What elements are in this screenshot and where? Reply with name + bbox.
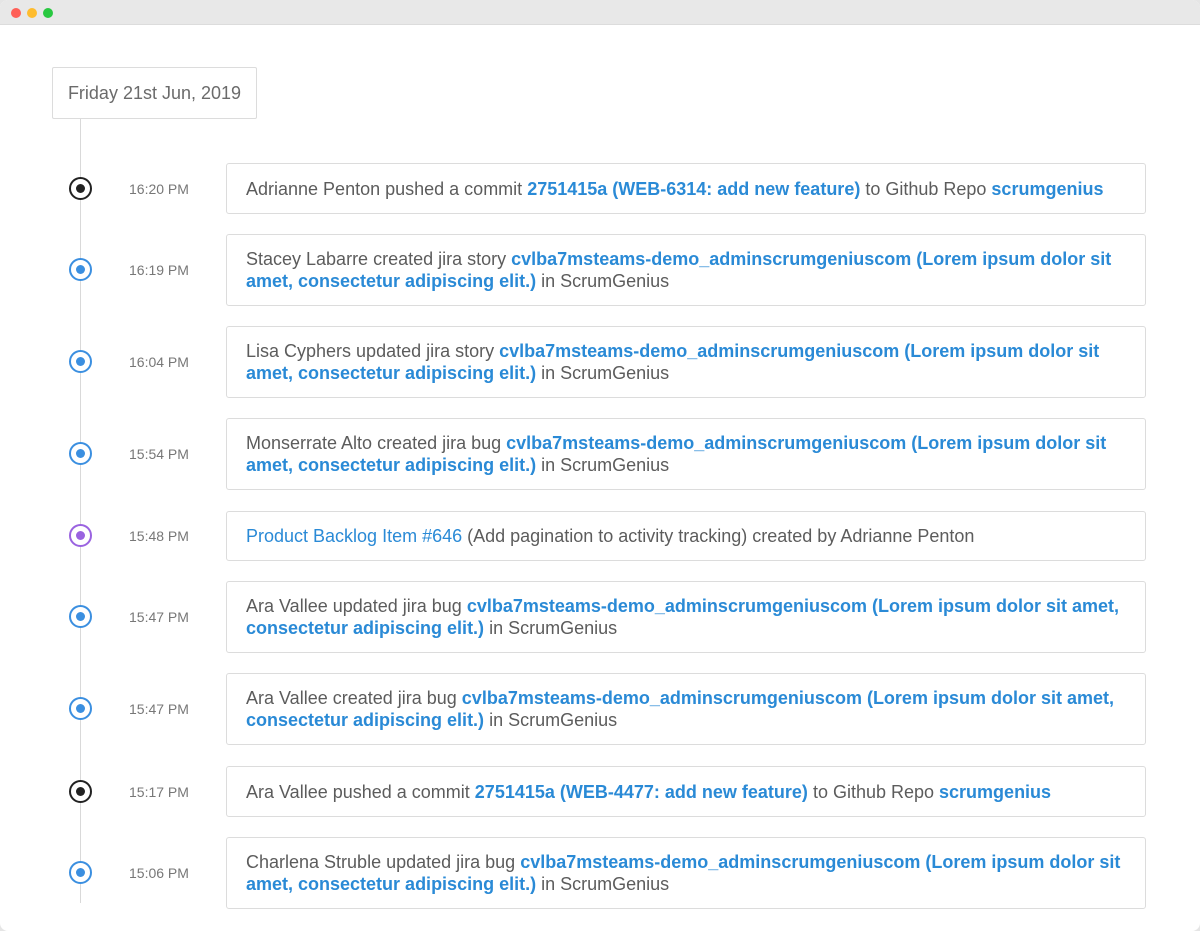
action-text: created jira story <box>368 249 512 269</box>
activity-text: Stacey Labarre created jira story cvlba7… <box>246 248 1126 292</box>
commit-link[interactable]: 2751415a (WEB-6314: add new feature) <box>527 179 860 199</box>
minimize-window-button[interactable] <box>27 8 37 18</box>
jira-marker-icon <box>69 442 92 465</box>
jira-marker-icon <box>69 697 92 720</box>
context-text: in ScrumGenius <box>536 874 670 894</box>
action-text: pushed a commit <box>380 178 528 199</box>
marker-dot <box>76 265 85 274</box>
commit-link[interactable]: 2751415a (WEB-4477: add new feature) <box>475 782 808 802</box>
activity-card: Ara Vallee updated jira bug cvlba7msteam… <box>226 581 1146 653</box>
activity-card: Monserrate Alto created jira bug cvlba7m… <box>226 418 1146 490</box>
activity-card: Stacey Labarre created jira story cvlba7… <box>226 234 1146 306</box>
context-text: in ScrumGenius <box>536 455 670 475</box>
actor-name: Adrianne Penton <box>246 178 381 199</box>
entry-time: 15:17 PM <box>129 783 189 800</box>
marker-dot <box>76 183 85 193</box>
jira-marker-icon <box>69 258 92 281</box>
action-text: updated jira bug <box>327 596 467 616</box>
entry-time: 16:19 PM <box>129 262 189 278</box>
activity-card: Product Backlog Item #646 (Add paginatio… <box>226 511 1146 561</box>
marker-dot <box>76 868 85 877</box>
activity-card: Charlena Struble updated jira bug cvlba7… <box>226 837 1146 909</box>
context-text: to Github Repo <box>860 178 992 199</box>
activity-text: Ara Vallee pushed a commit 2751415a (WEB… <box>246 781 1051 803</box>
activity-text: Ara Vallee created jira bug cvlba7msteam… <box>246 687 1126 731</box>
actor-name: Charlena Struble <box>246 852 382 872</box>
commit-marker-icon <box>69 779 92 803</box>
entry-time: 15:06 PM <box>129 865 189 881</box>
activity-text: Adrianne Penton pushed a commit 2751415a… <box>246 178 1103 200</box>
entry-time: 16:20 PM <box>129 180 189 197</box>
repo-link[interactable]: scrumgenius <box>939 782 1051 802</box>
activity-card: Adrianne Penton pushed a commit 2751415a… <box>226 163 1146 214</box>
close-window-button[interactable] <box>11 8 21 18</box>
entry-time: 15:54 PM <box>129 446 189 462</box>
jira-marker-icon <box>69 605 92 628</box>
marker-dot <box>76 531 85 540</box>
context-text: to Github Repo <box>807 781 940 802</box>
marker-dot <box>76 612 85 621</box>
context-text: in ScrumGenius <box>484 618 618 638</box>
entry-time: 15:47 PM <box>129 609 189 625</box>
entry-time: 16:04 PM <box>129 354 189 370</box>
repo-link[interactable]: scrumgenius <box>991 179 1103 199</box>
action-text: updated jira bug <box>381 852 521 872</box>
actor-name: Ara Vallee <box>246 688 328 708</box>
actor-name: Ara Vallee <box>246 781 328 802</box>
maximize-window-button[interactable] <box>43 8 53 18</box>
title-bar <box>0 0 1200 25</box>
activity-text: Lisa Cyphers updated jira story cvlba7ms… <box>246 340 1126 384</box>
context-text: in ScrumGenius <box>484 710 618 730</box>
actor-name: Lisa Cyphers <box>246 341 352 361</box>
marker-dot <box>76 449 85 458</box>
marker-dot <box>76 357 85 366</box>
activity-card: Ara Vallee pushed a commit 2751415a (WEB… <box>226 766 1146 817</box>
activity-card: Ara Vallee created jira bug cvlba7msteam… <box>226 673 1146 745</box>
jira-marker-icon <box>69 350 92 373</box>
backlog-marker-icon <box>69 524 92 547</box>
action-text: pushed a commit <box>327 781 475 802</box>
activity-text: Ara Vallee updated jira bug cvlba7msteam… <box>246 595 1126 639</box>
marker-dot <box>76 704 85 713</box>
entry-time: 15:47 PM <box>129 701 189 717</box>
actor-name: Ara Vallee <box>246 596 328 616</box>
commit-marker-icon <box>69 176 92 200</box>
activity-text: Product Backlog Item #646 (Add paginatio… <box>246 525 974 547</box>
marker-dot <box>76 786 85 796</box>
date-header: Friday 21st Jun, 2019 <box>52 67 257 119</box>
app-window: Friday 21st Jun, 2019 16:20 PM Adrianne P… <box>0 0 1200 931</box>
action-text: created jira bug <box>372 433 507 453</box>
activity-text: Charlena Struble updated jira bug cvlba7… <box>246 851 1126 895</box>
jira-marker-icon <box>69 861 92 884</box>
action-text: updated jira story <box>351 341 500 361</box>
action-text: created jira bug <box>327 688 462 708</box>
activity-text: Monserrate Alto created jira bug cvlba7m… <box>246 432 1126 476</box>
context-text: in ScrumGenius <box>536 363 670 383</box>
context-text: in ScrumGenius <box>536 271 670 291</box>
entry-time: 15:48 PM <box>129 528 189 544</box>
actor-name: Stacey Labarre <box>246 249 369 269</box>
backlog-item-link[interactable]: Product Backlog Item #646 <box>246 526 462 546</box>
activity-detail: (Add pagination to activity tracking) cr… <box>462 526 975 546</box>
actor-name: Monserrate Alto <box>246 433 373 453</box>
activity-card: Lisa Cyphers updated jira story cvlba7ms… <box>226 326 1146 398</box>
